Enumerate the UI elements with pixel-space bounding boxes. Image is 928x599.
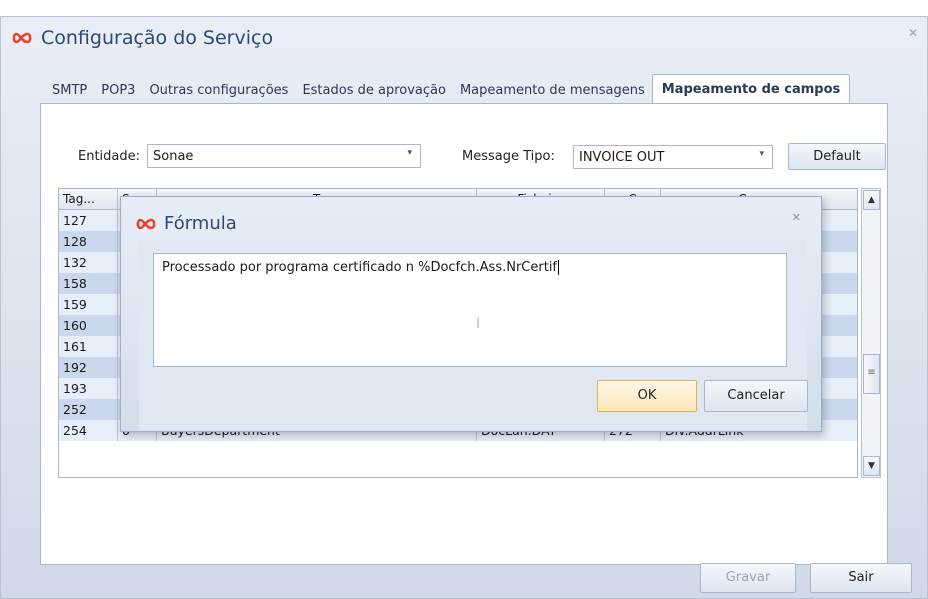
- table-cell-tag[interactable]: 128: [59, 231, 118, 252]
- tab-outras-configuracoes[interactable]: Outras configurações: [142, 75, 295, 103]
- formula-text: Processado por programa certificado n %D…: [162, 260, 558, 275]
- grid-scrollbar[interactable]: ▲ ≡ ▼: [861, 188, 881, 478]
- scroll-thumb[interactable]: ≡: [863, 354, 880, 394]
- close-icon[interactable]: ✕: [792, 211, 801, 224]
- close-icon[interactable]: ✕: [905, 25, 921, 41]
- ok-button[interactable]: OK: [597, 380, 697, 412]
- infinity-logo-icon: [12, 32, 32, 44]
- tab-smtp[interactable]: SMTP: [45, 75, 94, 103]
- chevron-down-icon: ▾: [759, 149, 764, 159]
- table-cell-tag[interactable]: 192: [59, 357, 118, 378]
- sair-button[interactable]: Sair: [810, 563, 912, 593]
- table-cell-tag[interactable]: 254: [59, 420, 118, 441]
- formula-dialog: Fórmula ✕ Processado por programa certif…: [120, 196, 822, 432]
- message-tipo-select[interactable]: INVOICE OUT ▾: [573, 145, 773, 169]
- window-title: Configuração do Serviço: [41, 27, 274, 49]
- scroll-up-icon[interactable]: ▲: [863, 190, 880, 210]
- table-cell-tag[interactable]: 252: [59, 399, 118, 420]
- entidade-value: Sonae: [153, 149, 194, 164]
- default-button[interactable]: Default: [788, 143, 886, 170]
- formula-textarea[interactable]: Processado por programa certificado n %D…: [153, 253, 787, 367]
- table-cell-tag[interactable]: 161: [59, 336, 118, 357]
- column-header-tag[interactable]: Tag...: [59, 189, 118, 210]
- chevron-down-icon: ▾: [407, 148, 412, 158]
- message-tipo-value: INVOICE OUT: [579, 150, 665, 165]
- tab-estados-aprovacao[interactable]: Estados de aprovação: [295, 75, 453, 103]
- table-cell-tag[interactable]: 159: [59, 294, 118, 315]
- table-cell-tag[interactable]: 127: [59, 210, 118, 231]
- dialog-title-bar: Fórmula: [135, 213, 237, 234]
- dialog-body: Processado por programa certificado n %D…: [139, 240, 808, 430]
- table-cell-tag[interactable]: 160: [59, 315, 118, 336]
- table-cell-tag[interactable]: 158: [59, 273, 118, 294]
- text-cursor-icon: I: [476, 316, 481, 332]
- scroll-down-icon[interactable]: ▼: [863, 456, 880, 476]
- message-tipo-label: Message Tipo:: [462, 149, 555, 164]
- dialog-title: Fórmula: [164, 213, 237, 234]
- cancel-button[interactable]: Cancelar: [704, 380, 808, 412]
- infinity-logo-icon: [136, 218, 156, 229]
- tab-pop3[interactable]: POP3: [94, 75, 142, 103]
- window-title-bar: Configuração do Serviço: [11, 27, 273, 49]
- gravar-button[interactable]: Gravar: [700, 563, 796, 593]
- tab-mapeamento-campos[interactable]: Mapeamento de campos: [651, 74, 851, 104]
- entidade-select[interactable]: Sonae ▾: [147, 144, 421, 168]
- entidade-label: Entidade:: [78, 149, 141, 164]
- table-cell-tag[interactable]: 193: [59, 378, 118, 399]
- table-cell-tag[interactable]: 132: [59, 252, 118, 273]
- tab-bar: SMTP POP3 Outras configurações Estados d…: [45, 74, 851, 104]
- tab-mapeamento-mensagens[interactable]: Mapeamento de mensagens: [453, 75, 652, 103]
